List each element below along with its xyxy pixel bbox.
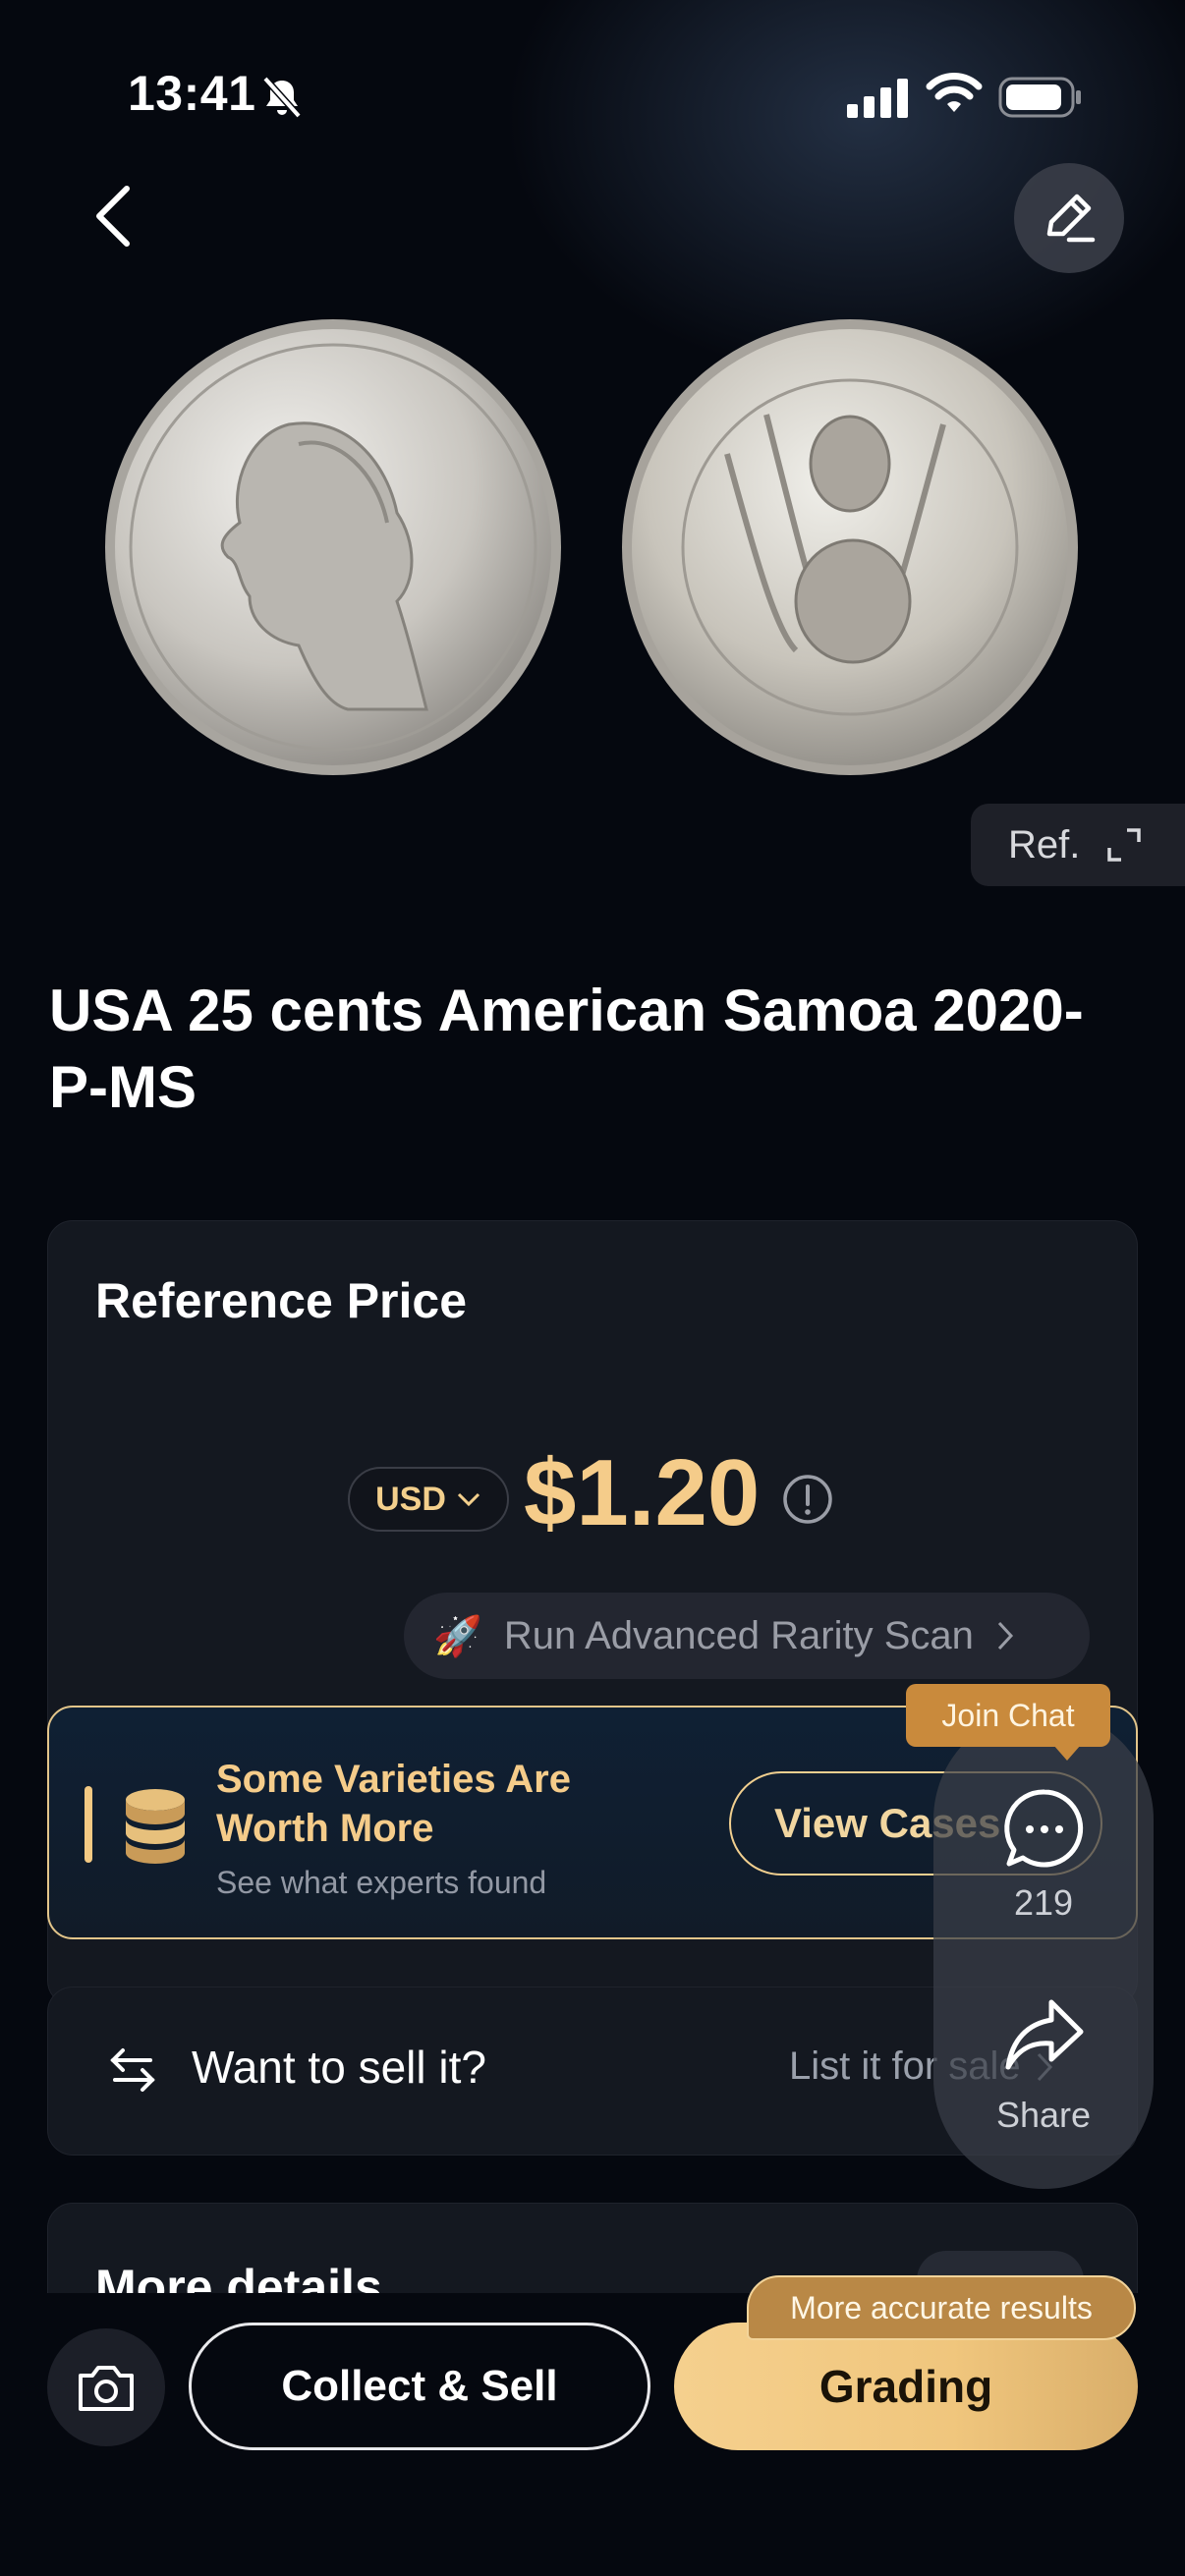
varieties-title: Some Varieties Are Worth More [216,1758,571,1850]
join-chat-tooltip[interactable]: Join Chat [906,1684,1110,1747]
share-label[interactable]: Share [933,2095,1154,2136]
price-value: $1.20 [524,1440,761,1545]
status-bar: 13:41 [0,0,1185,187]
coin-reverse-image[interactable] [619,316,1081,778]
tooltip-arrow [1053,1745,1081,1761]
camera-icon [79,2366,134,2411]
edit-icon [1046,194,1096,243]
accent-bar [85,1786,92,1863]
edit-button[interactable] [1014,163,1124,273]
battery-icon [998,77,1081,118]
reference-image-button[interactable]: Ref. [971,804,1185,886]
coin-obverse-image[interactable] [102,316,564,778]
ref-label: Ref. [1008,822,1081,867]
coins-stack-icon [126,1789,185,1864]
varieties-subtitle: See what experts found [216,1865,547,1900]
collect-sell-button[interactable]: Collect & Sell [189,2323,650,2450]
sell-label: Want to sell it? [192,2042,486,2093]
rocket-icon: 🚀 [433,1614,482,1658]
camera-button[interactable] [47,2328,165,2446]
wifi-icon [926,73,983,112]
chevron-down-icon [457,1492,480,1507]
accuracy-badge: More accurate results [747,2275,1136,2340]
back-icon [96,186,130,247]
chevron-right-icon [997,1621,1013,1651]
coin-title: USA 25 cents American Samoa 2020-P-MS [49,978,1084,1120]
swap-icon [110,2048,155,2092]
signal-icon [847,79,908,118]
chat-icon[interactable] [1000,1784,1089,1873]
grading-button[interactable]: Grading [674,2323,1138,2450]
rarity-scan-button[interactable]: 🚀 Run Advanced Rarity Scan [404,1593,1090,1679]
info-icon[interactable] [781,1473,834,1526]
status-time: 13:41 [128,66,256,121]
currency-selector[interactable]: USD [348,1467,509,1532]
share-icon[interactable] [1002,1992,1087,2077]
expand-icon [1107,828,1142,862]
chat-count: 219 [1013,1882,1074,1923]
rarity-scan-label: Run Advanced Rarity Scan [503,1613,974,1657]
bell-slash-icon [262,76,302,119]
reference-price-title: Reference Price [95,1273,468,1328]
back-button[interactable] [79,177,147,255]
currency-label: USD [375,1480,446,1518]
